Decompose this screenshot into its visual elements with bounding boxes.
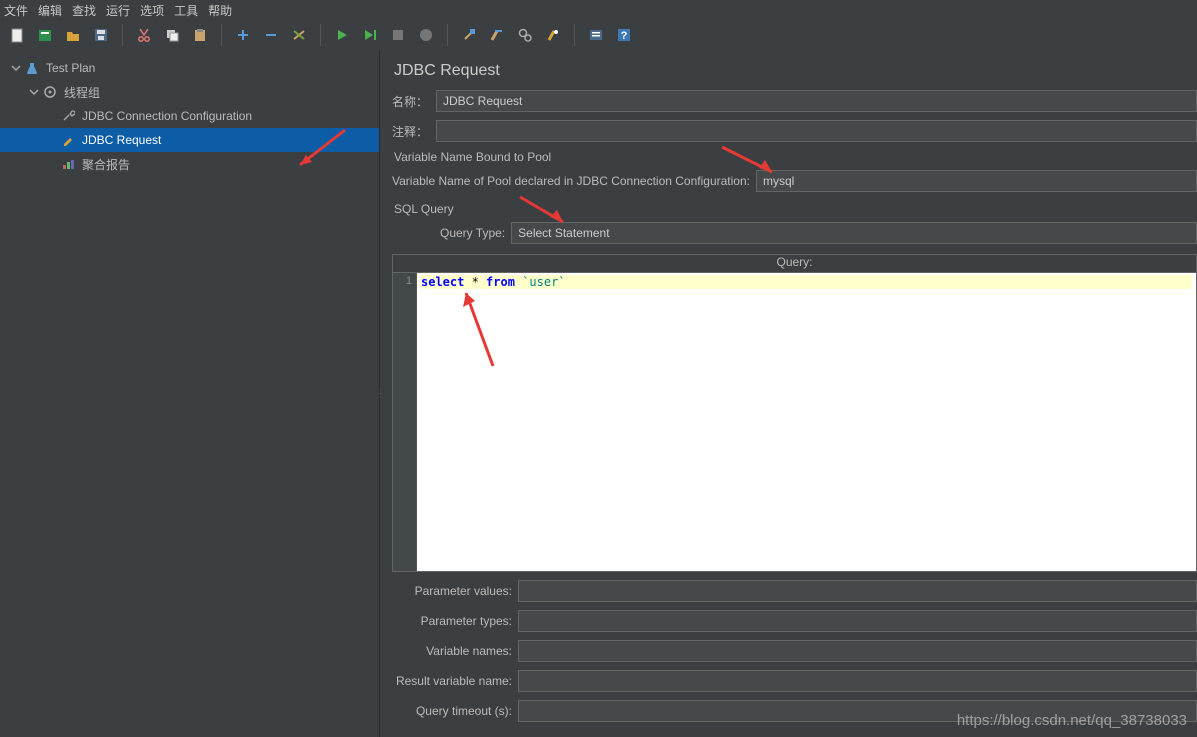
chart-icon: [60, 156, 76, 172]
param-values-label: Parameter values:: [392, 584, 512, 598]
test-plan-tree[interactable]: Test Plan 线程组 JDBC Connection Configurat…: [0, 50, 379, 176]
tree-node-jdbc-connection[interactable]: JDBC Connection Configuration: [0, 104, 379, 128]
tree-node-aggregate-report[interactable]: 聚合报告: [0, 152, 379, 176]
menu-run[interactable]: 运行: [106, 2, 130, 19]
editor-pane: ⋮ JDBC Request 名称： 注释： Variable Name Bou…: [380, 50, 1197, 737]
chevron-down-icon[interactable]: [10, 62, 22, 74]
flask-icon: [24, 60, 40, 76]
tree-label: 聚合报告: [82, 156, 130, 173]
separator: [447, 24, 448, 46]
pool-var-label: Variable Name of Pool declared in JDBC C…: [392, 174, 750, 188]
panel-title: JDBC Request: [394, 62, 1197, 80]
variable-names-label: Variable names:: [392, 644, 512, 658]
tree-node-jdbc-request[interactable]: JDBC Request: [0, 128, 379, 152]
toolbar: ?: [0, 20, 1197, 50]
start-icon[interactable]: [331, 24, 353, 46]
expand-icon[interactable]: [232, 24, 254, 46]
stop-icon[interactable]: [387, 24, 409, 46]
result-var-label: Result variable name:: [392, 674, 512, 688]
menu-find[interactable]: 查找: [72, 2, 96, 19]
spacer: [46, 110, 58, 122]
menu-file[interactable]: 文件: [4, 2, 28, 19]
menu-edit[interactable]: 编辑: [38, 2, 62, 19]
tree-label: 线程组: [64, 84, 100, 101]
editor-gutter: 1: [393, 273, 417, 571]
query-type-select[interactable]: [511, 222, 1197, 244]
separator: [574, 24, 575, 46]
open-icon[interactable]: [62, 24, 84, 46]
spacer: [46, 134, 58, 146]
help-icon[interactable]: ?: [613, 24, 635, 46]
search-icon[interactable]: [514, 24, 536, 46]
menu-tools[interactable]: 工具: [174, 2, 198, 19]
query-timeout-label: Query timeout (s):: [392, 704, 512, 718]
pipette-icon: [60, 132, 76, 148]
save-icon[interactable]: [90, 24, 112, 46]
tree-label: Test Plan: [46, 61, 95, 75]
menu-bar: 文件 编辑 查找 运行 选项 工具 帮助: [0, 0, 1197, 20]
clear-all-icon[interactable]: [486, 24, 508, 46]
svg-text:?: ?: [621, 30, 628, 42]
menu-options[interactable]: 选项: [140, 2, 164, 19]
result-var-input[interactable]: [518, 670, 1197, 692]
spacer: [46, 158, 58, 170]
chevron-down-icon[interactable]: [28, 86, 40, 98]
tree-node-thread-group[interactable]: 线程组: [0, 80, 379, 104]
copy-icon[interactable]: [161, 24, 183, 46]
new-icon[interactable]: [6, 24, 28, 46]
comment-label: 注释：: [392, 123, 430, 140]
splitter-handle[interactable]: ⋮: [380, 388, 386, 399]
main-split: Test Plan 线程组 JDBC Connection Configurat…: [0, 50, 1197, 737]
separator: [320, 24, 321, 46]
separator: [221, 24, 222, 46]
tree-node-test-plan[interactable]: Test Plan: [0, 56, 379, 80]
reset-search-icon[interactable]: [542, 24, 564, 46]
wrench-icon: [60, 108, 76, 124]
pool-var-input[interactable]: [756, 170, 1197, 192]
editor-content[interactable]: select * from `user`: [417, 273, 1196, 571]
tree-label: JDBC Connection Configuration: [82, 109, 252, 123]
pool-group-label: Variable Name Bound to Pool: [394, 150, 1197, 164]
menu-help[interactable]: 帮助: [208, 2, 232, 19]
clear-icon[interactable]: [458, 24, 480, 46]
variable-names-input[interactable]: [518, 640, 1197, 662]
param-types-label: Parameter types:: [392, 614, 512, 628]
name-input[interactable]: [436, 90, 1197, 112]
param-values-input[interactable]: [518, 580, 1197, 602]
query-type-label: Query Type:: [440, 226, 505, 240]
start-no-pause-icon[interactable]: [359, 24, 381, 46]
tree-pane: Test Plan 线程组 JDBC Connection Configurat…: [0, 50, 380, 737]
sql-group-label: SQL Query: [394, 202, 1197, 216]
toggle-icon[interactable]: [288, 24, 310, 46]
editor-line: select * from `user`: [421, 275, 1192, 289]
param-types-input[interactable]: [518, 610, 1197, 632]
comment-input[interactable]: [436, 120, 1197, 142]
function-helper-icon[interactable]: [585, 24, 607, 46]
paste-icon[interactable]: [189, 24, 211, 46]
gear-icon: [42, 84, 58, 100]
name-label: 名称：: [392, 93, 430, 110]
sql-editor[interactable]: 1 select * from `user`: [392, 272, 1197, 572]
tree-label: JDBC Request: [82, 133, 161, 147]
query-column-header: Query:: [392, 254, 1197, 272]
shutdown-icon[interactable]: [415, 24, 437, 46]
cut-icon[interactable]: [133, 24, 155, 46]
templates-icon[interactable]: [34, 24, 56, 46]
watermark-text: https://blog.csdn.net/qq_38738033: [957, 712, 1187, 729]
collapse-icon[interactable]: [260, 24, 282, 46]
separator: [122, 24, 123, 46]
